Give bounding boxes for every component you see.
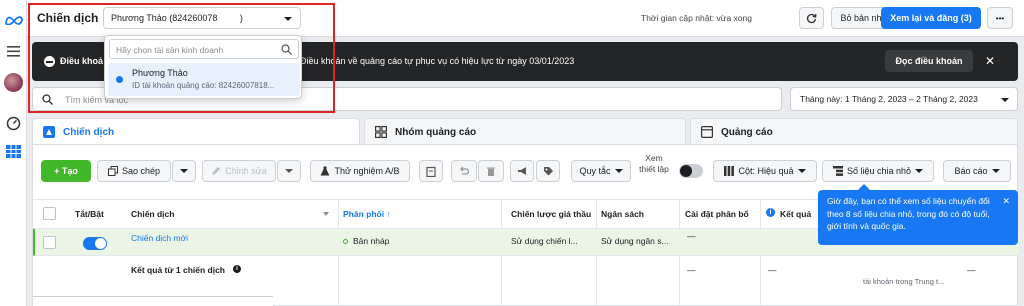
tab-ad-sets[interactable]: Nhóm quảng cáo <box>364 118 686 145</box>
tab-label: Quảng cáo <box>721 126 773 138</box>
columns-label: Cột: Hiệu quả <box>738 166 794 176</box>
create-button[interactable]: + Tạo <box>41 160 91 182</box>
tooltip-arrow <box>858 184 870 190</box>
close-icon[interactable]: ✕ <box>1002 195 1010 208</box>
col-budget[interactable]: Ngân sách <box>601 199 681 229</box>
flask-icon <box>320 166 330 176</box>
rules-button[interactable]: Quy tắc <box>571 160 631 182</box>
view-setup-toggle[interactable] <box>679 164 703 178</box>
preview-button[interactable] <box>510 160 534 182</box>
highlight-outline <box>28 3 335 113</box>
columns-button[interactable]: Cột: Hiệu quả <box>713 160 817 182</box>
ad-window-icon <box>701 126 713 138</box>
col-bid-strategy[interactable]: Chiến lược giá thầu <box>511 199 595 229</box>
col-delivery[interactable]: Phân phối ↑ <box>343 199 493 229</box>
chevron-down-icon <box>915 169 924 173</box>
summary-dash: — <box>768 265 777 275</box>
tag-icon <box>543 166 553 175</box>
date-range-label: Tháng này: 1 Tháng 2, 2023 – 2 Tháng 2, … <box>800 94 978 104</box>
summary-label: Kết quả từ 1 chiến dịch <box>131 265 226 275</box>
ads-manager-table-icon[interactable] <box>4 142 23 161</box>
refresh-icon <box>806 13 817 23</box>
summary-account-note: tài khoản trong Trung t... <box>863 277 945 286</box>
level-tabs: Chiến dịch Nhóm quảng cáo Quảng cáo <box>32 118 1018 145</box>
col-campaign[interactable]: Chiến dịch <box>131 199 331 229</box>
col-results[interactable]: Kết quả <box>780 199 820 229</box>
left-nav-rail <box>0 0 27 306</box>
col-attribution[interactable]: Cài đặt phân bổ <box>685 199 760 229</box>
avatar[interactable] <box>4 73 23 92</box>
tab-campaigns[interactable]: Chiến dịch <box>32 118 360 145</box>
edit-button[interactable]: Chỉnh sửa <box>202 160 276 182</box>
row-checkbox[interactable] <box>43 236 56 249</box>
campaign-toggle[interactable] <box>83 237 107 250</box>
review-publish-button[interactable]: Xem lại và đăng (3) <box>881 7 981 29</box>
rules-label: Quy tắc <box>579 166 611 176</box>
tab-ads[interactable]: Quảng cáo <box>690 118 1018 145</box>
dashboard-gauge-icon[interactable] <box>4 114 23 133</box>
chevron-down-icon <box>614 169 623 173</box>
ab-test-button[interactable]: Thử nghiệm A/B <box>310 160 410 182</box>
summary-dash: — <box>687 265 696 275</box>
clipboard-icon <box>426 166 436 177</box>
tag-button[interactable] <box>536 160 560 182</box>
campaign-flag-icon <box>43 126 55 138</box>
trash-icon <box>487 167 495 176</box>
copy-icon <box>107 166 118 176</box>
megaphone-icon <box>517 166 526 175</box>
col-on-off[interactable]: Tắt/Bật <box>75 199 125 229</box>
attribution-value: — <box>687 231 696 241</box>
tab-label: Chiến dịch <box>63 126 115 138</box>
draft-status-dot-icon <box>343 239 348 244</box>
tooltip-text: Giờ đây, bạn có thể xem số liệu chuyển đ… <box>827 196 990 231</box>
grid-icon <box>375 126 387 138</box>
chevron-down-icon <box>1001 98 1009 102</box>
chevron-down-icon <box>991 169 1000 173</box>
info-icon[interactable]: i <box>766 208 775 217</box>
horizontal-scrollbar[interactable] <box>33 296 273 306</box>
edit-label: Chỉnh sửa <box>225 166 267 176</box>
undo-button[interactable] <box>451 160 477 182</box>
banner-text: Điều khoản về quảng cáo tự phục vụ có hi… <box>300 56 575 66</box>
edit-dropdown[interactable] <box>277 160 301 182</box>
summary-dash: — <box>967 265 976 275</box>
reports-button[interactable]: Báo cáo <box>943 160 1011 182</box>
pencil-icon <box>212 167 221 175</box>
duplicate-button[interactable]: Sao chép <box>97 160 171 182</box>
undo-icon <box>460 166 469 175</box>
budget-value: Sử dụng ngân s... <box>601 236 669 246</box>
breakdown-button[interactable]: Số liệu chia nhỏ <box>822 160 934 182</box>
info-icon[interactable]: i <box>233 265 241 273</box>
select-all-checkbox[interactable] <box>43 207 56 220</box>
breakdown-tooltip: Giờ đây, bạn có thể xem số liệu chuyển đ… <box>818 184 1018 245</box>
breakdown-icon <box>832 166 843 176</box>
chevron-down-icon <box>797 169 806 173</box>
menu-icon[interactable] <box>4 42 23 61</box>
read-terms-button[interactable]: Đọc điều khoản <box>885 50 973 72</box>
sort-caret-icon <box>323 212 329 216</box>
columns-icon <box>724 166 735 176</box>
tab-label: Nhóm quảng cáo <box>395 126 477 138</box>
delivery-status: Bản nháp <box>353 236 390 246</box>
view-setup-label: Xem thiết lập <box>639 153 669 174</box>
chevron-down-icon <box>180 169 188 173</box>
ab-test-label: Thử nghiệm A/B <box>334 166 400 176</box>
delete-button[interactable] <box>478 160 504 182</box>
duplicate-dropdown[interactable] <box>172 160 196 182</box>
notes-button[interactable] <box>419 160 443 182</box>
more-options-button[interactable]: ••• <box>987 7 1013 29</box>
chevron-down-icon <box>285 169 293 173</box>
breakdown-label: Số liệu chia nhỏ <box>846 166 912 176</box>
reports-label: Báo cáo <box>954 166 988 176</box>
updated-status: Thời gian cập nhật: vừa xong <box>641 13 752 23</box>
bid-strategy-value: Sử dụng chiến l... <box>511 236 578 246</box>
duplicate-label: Sao chép <box>121 166 161 176</box>
close-icon[interactable]: ✕ <box>985 54 995 68</box>
date-range-picker[interactable]: Tháng này: 1 Tháng 2, 2023 – 2 Tháng 2, … <box>790 87 1018 111</box>
campaign-name-link[interactable]: Chiến dịch mới <box>131 233 188 243</box>
refresh-button[interactable] <box>799 7 824 29</box>
meta-logo-icon[interactable] <box>4 10 23 29</box>
